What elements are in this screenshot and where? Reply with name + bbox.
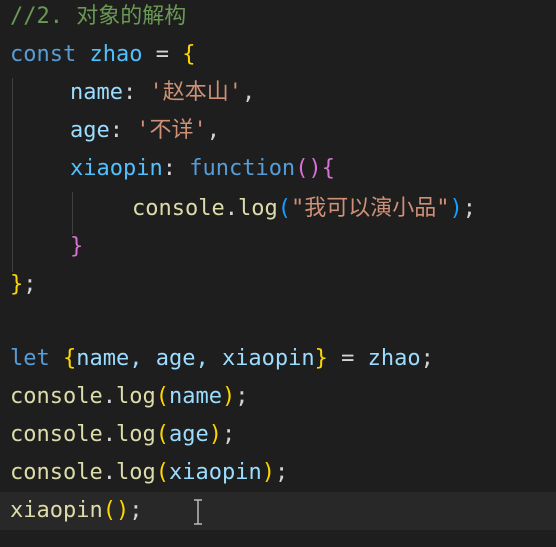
comma: ,: [206, 118, 220, 143]
code-line-2[interactable]: const zhao = {: [0, 36, 556, 74]
colon: :: [122, 80, 137, 105]
open-paren: (: [155, 460, 169, 485]
variable-zhao: zhao: [367, 346, 421, 371]
close-brace: }: [70, 234, 84, 259]
close-brace: }: [10, 272, 24, 297]
close-paren: ): [221, 384, 236, 409]
console-object: console: [10, 460, 103, 485]
parens: (): [102, 498, 130, 523]
code-line-12[interactable]: console.log(age);: [0, 416, 556, 454]
string-literal: "我可以演小品": [290, 196, 450, 221]
log-method: log: [115, 384, 156, 409]
variable-name: zhao: [89, 42, 143, 67]
function-call: xiaopin: [10, 498, 103, 523]
log-method: log: [237, 196, 278, 221]
open-paren: (: [155, 384, 169, 409]
semicolon: ;: [129, 498, 143, 523]
operator-equals: =: [341, 346, 355, 371]
i-beam-cursor-icon: [194, 499, 202, 525]
string-literal: '赵本山': [149, 80, 242, 105]
dot: .: [102, 460, 116, 485]
code-line-5[interactable]: xiaopin: function(){: [0, 150, 556, 188]
log-method: log: [115, 422, 156, 447]
open-paren: (: [277, 196, 291, 221]
parens: (): [295, 156, 322, 181]
code-line-6[interactable]: console.log("我可以演小品");: [0, 190, 556, 228]
close-paren: ): [449, 196, 463, 221]
keyword-function: function: [189, 156, 296, 181]
semicolon: ;: [420, 346, 434, 371]
property-name: name: [70, 80, 123, 105]
code-line-13[interactable]: console.log(xiaopin);: [0, 454, 556, 492]
code-editor[interactable]: //2. 对象的解构 const zhao = { name: '赵本山', a…: [0, 0, 556, 547]
open-brace: {: [321, 156, 335, 181]
colon: :: [162, 156, 176, 181]
log-method: log: [115, 460, 156, 485]
code-line-14-current[interactable]: xiaopin();: [0, 492, 556, 530]
code-line-4[interactable]: age: '不详',: [0, 112, 556, 150]
console-object: console: [10, 422, 103, 447]
keyword-let: let: [10, 346, 50, 371]
code-line-1[interactable]: //2. 对象的解构: [0, 0, 556, 36]
dot: .: [102, 384, 116, 409]
semicolon: ;: [274, 460, 289, 485]
argument: age: [168, 422, 209, 447]
close-brace: }: [314, 346, 328, 371]
operator-equals: =: [155, 42, 169, 67]
close-paren: ): [261, 460, 275, 485]
code-line-10[interactable]: let {name, age, xiaopin} = zhao;: [0, 340, 556, 378]
string-literal: '不详': [136, 118, 207, 143]
comment-text: //2. 对象的解构: [10, 4, 187, 29]
colon: :: [109, 118, 123, 143]
property-xiaopin: xiaopin: [70, 156, 163, 181]
comma: ,: [241, 80, 256, 105]
code-line-11[interactable]: console.log(name);: [0, 378, 556, 416]
code-line-7[interactable]: }: [0, 228, 556, 266]
semicolon: ;: [462, 196, 476, 221]
open-brace: {: [182, 42, 196, 67]
keyword-const: const: [10, 42, 77, 67]
semicolon: ;: [221, 422, 236, 447]
semicolon: ;: [23, 272, 37, 297]
console-object: console: [10, 384, 103, 409]
code-line-3[interactable]: name: '赵本山',: [0, 74, 556, 112]
property-age: age: [70, 118, 110, 143]
destructured-vars: name, age, xiaopin: [76, 346, 315, 371]
semicolon: ;: [235, 384, 249, 409]
argument: name: [168, 384, 222, 409]
code-line-8[interactable]: };: [0, 266, 556, 304]
console-object: console: [132, 196, 225, 221]
dot: .: [224, 196, 238, 221]
open-brace: {: [63, 346, 77, 371]
argument: xiaopin: [168, 460, 262, 485]
dot: .: [102, 422, 116, 447]
open-paren: (: [155, 422, 169, 447]
close-paren: ): [208, 422, 222, 447]
